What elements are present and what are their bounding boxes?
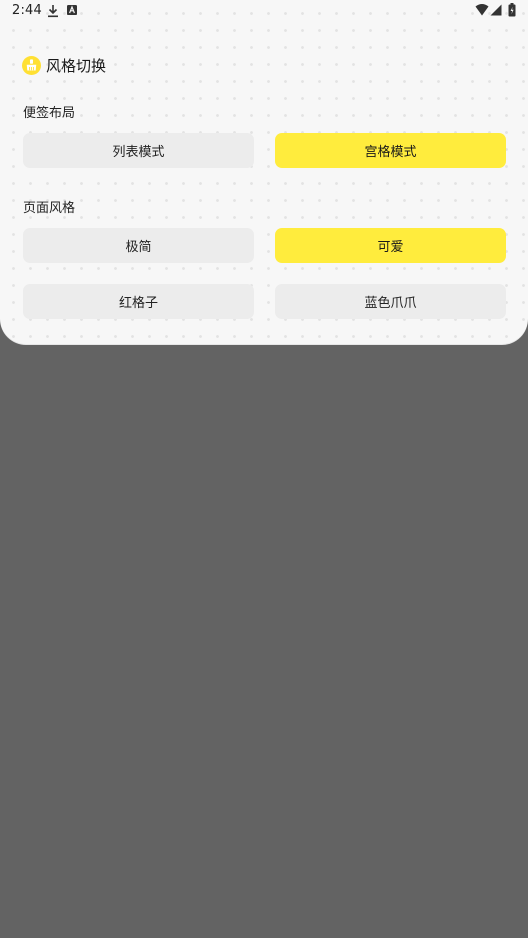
status-bar: 2:44	[0, 0, 528, 24]
red-plaid-style-button[interactable]: 红格子	[23, 284, 254, 319]
panel-header: 风格切换	[22, 54, 106, 76]
blue-paw-style-button[interactable]: 蓝色爪爪	[275, 284, 506, 319]
section-label-note-layout: 便签布局	[23, 106, 76, 121]
download-icon	[48, 5, 58, 18]
wifi-icon	[475, 4, 489, 16]
grid-mode-button[interactable]: 宫格模式	[275, 133, 506, 168]
broom-icon	[22, 55, 41, 75]
dim-overlay-area[interactable]	[0, 345, 528, 938]
cute-style-button[interactable]: 可爱	[275, 228, 506, 263]
list-mode-button[interactable]: 列表模式	[23, 133, 254, 168]
notification-a-icon	[67, 5, 77, 15]
status-time: 2:44	[12, 3, 42, 18]
battery-icon	[508, 3, 516, 17]
minimal-style-button[interactable]: 极简	[23, 228, 254, 263]
panel-title: 风格切换	[46, 56, 107, 75]
signal-icon	[490, 4, 502, 16]
section-label-page-style: 页面风格	[23, 201, 76, 216]
